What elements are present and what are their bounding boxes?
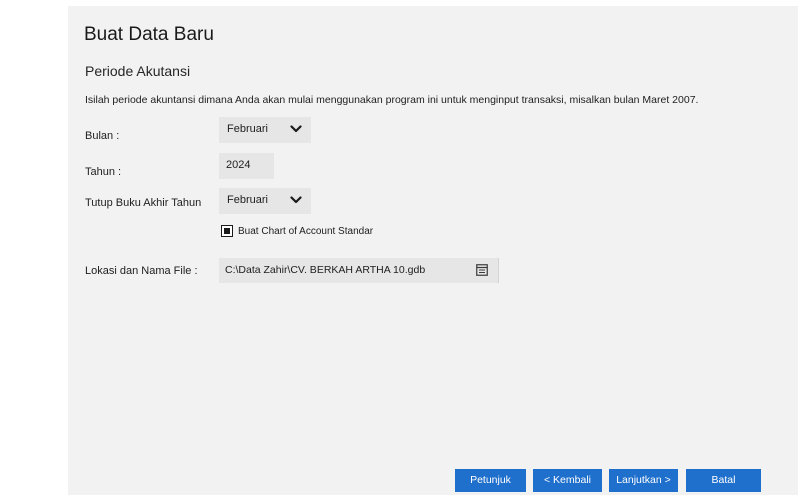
month-select-value: Februari — [227, 123, 268, 135]
help-button[interactable]: Petunjuk — [455, 469, 526, 492]
back-button[interactable]: < Kembali — [533, 469, 602, 492]
month-select[interactable]: Februari — [219, 117, 311, 143]
description-text: Isilah periode akuntansi dimana Anda aka… — [85, 94, 699, 106]
chevron-down-icon — [290, 196, 302, 204]
closing-month-value: Februari — [227, 194, 268, 206]
year-input-value: 2024 — [226, 159, 251, 171]
file-location-label: Lokasi dan Nama File : — [85, 265, 198, 277]
year-input[interactable]: 2024 — [219, 153, 274, 179]
section-title: Periode Akutansi — [85, 63, 191, 79]
closing-month-select[interactable]: Februari — [219, 188, 311, 214]
cancel-button[interactable]: Batal — [686, 469, 761, 492]
year-label: Tahun : — [85, 166, 122, 178]
checkbox-check-mark — [223, 227, 230, 234]
file-location-value: C:\Data Zahir\CV. BERKAH ARTHA 10.gdb — [225, 264, 426, 276]
file-location-input[interactable]: C:\Data Zahir\CV. BERKAH ARTHA 10.gdb — [219, 258, 499, 283]
chevron-down-icon — [290, 125, 302, 133]
month-label: Bulan : — [85, 130, 120, 142]
closing-month-label: Tutup Buku Akhir Tahun — [85, 197, 202, 209]
file-browse-icon[interactable] — [476, 264, 488, 276]
dialog-panel: Buat Data Baru Periode Akutansi Isilah p… — [68, 6, 798, 495]
dialog-title: Buat Data Baru — [84, 24, 214, 45]
standard-coa-checkbox[interactable] — [221, 225, 233, 237]
standard-coa-label: Buat Chart of Account Standar — [238, 226, 374, 237]
next-button[interactable]: Lanjutkan > — [609, 469, 678, 492]
